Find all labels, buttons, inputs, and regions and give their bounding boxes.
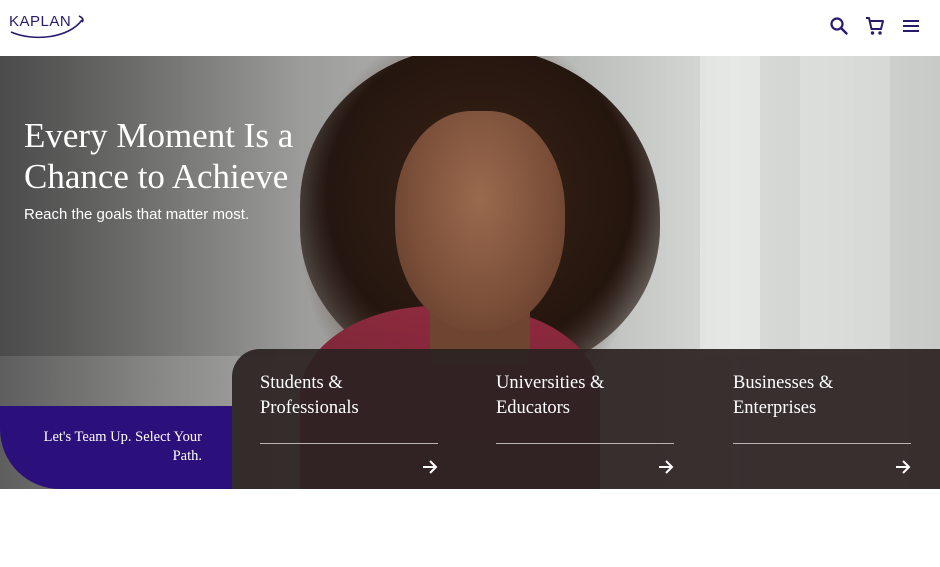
hero-subtitle: Reach the goals that matter most.: [24, 206, 250, 223]
search-icon[interactable]: [827, 14, 851, 38]
path-selector: Students & Professionals Universities & …: [232, 349, 940, 489]
hero-photo-face: [395, 111, 565, 331]
arrow-right-icon[interactable]: [893, 457, 913, 477]
path-card-students[interactable]: Students & Professionals: [232, 349, 468, 489]
menu-icon[interactable]: [899, 14, 923, 38]
team-up-panel: Let's Team Up. Select Your Path.: [0, 406, 232, 489]
path-card-title: Universities & Educators: [496, 373, 605, 418]
path-card-title: Students & Professionals: [260, 373, 359, 418]
kaplan-logo[interactable]: KAPLAN: [9, 12, 85, 40]
team-up-label: Let's Team Up. Select Your Path.: [43, 429, 202, 464]
background-window: [800, 56, 890, 356]
logo-swoosh-icon: [10, 15, 84, 39]
path-card-universities[interactable]: Universities & Educators: [468, 349, 704, 489]
path-card-title: Businesses & Enterprises: [733, 373, 834, 418]
path-card-businesses[interactable]: Businesses & Enterprises: [705, 349, 940, 489]
divider: [733, 443, 911, 444]
arrow-right-icon[interactable]: [656, 457, 676, 477]
background-window: [700, 56, 760, 356]
divider: [496, 443, 674, 444]
site-header: KAPLAN: [0, 0, 940, 56]
divider: [260, 443, 438, 444]
arrow-right-icon[interactable]: [420, 457, 440, 477]
cart-icon[interactable]: [863, 14, 887, 38]
hero-title: Every Moment Is a Chance to Achieve: [24, 116, 294, 196]
